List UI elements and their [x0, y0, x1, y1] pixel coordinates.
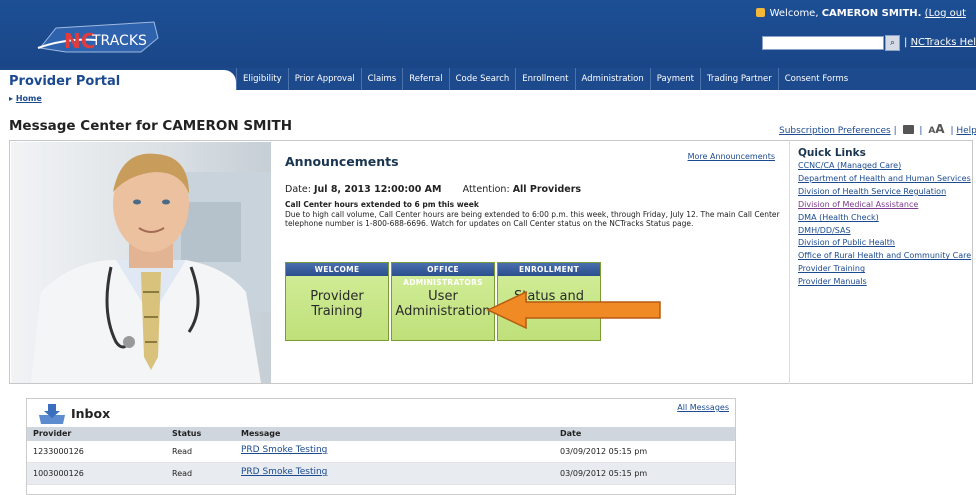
- quick-link-public-health[interactable]: Division of Public Health: [798, 237, 973, 250]
- tile-caption: OFFICE ADMINISTRATORS: [392, 263, 494, 287]
- cell-provider: 1233000126: [33, 447, 84, 456]
- col-message[interactable]: Message: [241, 427, 280, 441]
- announcement-subject: Call Center hours extended to 6 pm this …: [285, 200, 479, 209]
- nav-payment[interactable]: Payment: [649, 68, 700, 90]
- quick-link-ccnc[interactable]: CCNC/CA (Managed Care): [798, 160, 973, 173]
- welcome-message: Welcome, CAMERON SMITH. (Log out: [755, 8, 966, 19]
- tile-label: User Administration: [395, 289, 491, 319]
- tile-user-administration[interactable]: OFFICE ADMINISTRATORS User Administratio…: [391, 262, 495, 341]
- inbox-table-header: Provider Status Message Date: [27, 427, 735, 441]
- cell-provider: 1003000126: [33, 469, 84, 478]
- quick-links-title: Quick Links: [798, 147, 866, 159]
- print-icon[interactable]: [902, 125, 914, 134]
- nav-code-search[interactable]: Code Search: [448, 68, 516, 90]
- tile-caption: WELCOME: [286, 263, 388, 276]
- table-row[interactable]: 1233000126 Read PRD Smoke Testing 03/09/…: [27, 441, 735, 463]
- lock-icon: [755, 8, 765, 17]
- quick-link-rural-health[interactable]: Office of Rural Health and Community Car…: [798, 250, 973, 263]
- nav-administration[interactable]: Administration: [574, 68, 650, 90]
- date-label: Date:: [285, 184, 311, 195]
- nav-claims[interactable]: Claims: [360, 68, 403, 90]
- table-row[interactable]: 1003000126 Read PRD Smoke Testing 03/09/…: [27, 463, 735, 485]
- nctracks-logo[interactable]: NC TRACKS: [36, 18, 161, 58]
- cell-message-link[interactable]: PRD Smoke Testing: [241, 443, 327, 457]
- inbox-icon: [39, 404, 65, 424]
- nctracks-help-link[interactable]: NCTracks Help: [911, 37, 976, 48]
- date-value: Jul 8, 2013 12:00:00 AM: [313, 184, 442, 195]
- nav-prior-approval[interactable]: Prior Approval: [287, 68, 361, 90]
- site-header: NC TRACKS Welcome, CAMERON SMITH. (Log o…: [0, 0, 976, 68]
- breadcrumb-home[interactable]: Home: [16, 94, 42, 103]
- inbox-panel: Inbox All Messages Provider Status Messa…: [26, 398, 736, 495]
- quick-link-dma[interactable]: Division of Medical Assistance: [798, 199, 973, 212]
- quick-link-dhsr[interactable]: Division of Health Service Regulation: [798, 186, 973, 199]
- quick-link-dmh[interactable]: DMH/DD/SAS: [798, 225, 973, 238]
- cell-message-link[interactable]: PRD Smoke Testing: [241, 465, 327, 479]
- logout-link[interactable]: (Log out: [925, 8, 966, 19]
- nav-enrollment[interactable]: Enrollment: [515, 68, 574, 90]
- breadcrumb-arrow-icon: ▸: [9, 94, 14, 103]
- announcement-body: Due to high call volume, Call Center hou…: [285, 210, 780, 228]
- nav-menu: Eligibility Prior Approval Claims Referr…: [236, 68, 854, 90]
- quick-link-provider-manuals[interactable]: Provider Manuals: [798, 276, 973, 289]
- svg-text:NC: NC: [64, 29, 95, 53]
- cell-date: 03/09/2012 05:15 pm: [560, 447, 648, 456]
- inbox-title: Inbox: [71, 406, 111, 421]
- announcements-section: Announcements More Announcements Date: J…: [285, 152, 785, 372]
- nav-consent-forms[interactable]: Consent Forms: [777, 68, 854, 90]
- tile-label: Provider Training: [310, 289, 364, 319]
- col-provider[interactable]: Provider: [33, 427, 71, 441]
- quick-link-dhhs[interactable]: Department of Health and Human Services: [798, 173, 973, 186]
- quick-link-provider-training[interactable]: Provider Training: [798, 263, 973, 276]
- breadcrumb: ▸ Home: [9, 94, 42, 103]
- help-link[interactable]: Help: [956, 126, 976, 136]
- search-input[interactable]: [762, 36, 884, 50]
- user-name: CAMERON SMITH.: [821, 8, 922, 19]
- page-title: Message Center for CAMERON SMITH: [9, 118, 293, 134]
- nav-eligibility[interactable]: Eligibility: [236, 68, 288, 90]
- tile-caption: ENROLLMENT: [498, 263, 600, 276]
- help-link-wrap: | NCTracks Help: [904, 37, 976, 48]
- search-button[interactable]: ⌕: [885, 35, 900, 51]
- attention-label: Attention:: [462, 184, 510, 195]
- quick-links: Quick Links CCNC/CA (Managed Care) Depar…: [789, 140, 973, 384]
- col-status[interactable]: Status: [172, 427, 201, 441]
- cell-date: 03/09/2012 05:15 pm: [560, 469, 648, 478]
- cell-status: Read: [172, 469, 193, 478]
- doctor-photo: [11, 142, 271, 383]
- quick-link-dma-health-check[interactable]: DMA (Health Check): [798, 212, 973, 225]
- announcements-title: Announcements: [285, 154, 399, 169]
- announcement-meta: Date: Jul 8, 2013 12:00:00 AM Attention:…: [285, 184, 581, 195]
- more-announcements-link[interactable]: More Announcements: [688, 152, 775, 161]
- page-toolbar: Subscription Preferences | | AA | Help: [779, 122, 976, 136]
- orange-pointer-arrow-icon: [486, 290, 661, 330]
- inbox-header: Inbox All Messages: [27, 399, 735, 427]
- toolbar-separator: |: [919, 126, 923, 136]
- main-nav: Provider Portal Eligibility Prior Approv…: [0, 68, 976, 90]
- toolbar-separator: |: [893, 126, 897, 136]
- cell-status: Read: [172, 447, 193, 456]
- subscription-preferences-link[interactable]: Subscription Preferences: [779, 126, 891, 136]
- svg-text:TRACKS: TRACKS: [91, 33, 147, 49]
- toolbar-separator: |: [950, 126, 954, 136]
- provider-portal-tab[interactable]: Provider Portal: [0, 70, 236, 90]
- portal-title: Provider Portal: [9, 74, 121, 89]
- search-icon: ⌕: [889, 38, 896, 48]
- nav-referral[interactable]: Referral: [402, 68, 448, 90]
- attention-value: All Providers: [512, 184, 582, 195]
- nav-trading-partner[interactable]: Trading Partner: [699, 68, 778, 90]
- text-size-large[interactable]: A: [935, 122, 944, 136]
- text-size-control[interactable]: AA: [928, 122, 944, 136]
- tile-provider-training[interactable]: WELCOME Provider Training: [285, 262, 389, 341]
- col-date[interactable]: Date: [560, 427, 581, 441]
- all-messages-link[interactable]: All Messages: [677, 403, 729, 412]
